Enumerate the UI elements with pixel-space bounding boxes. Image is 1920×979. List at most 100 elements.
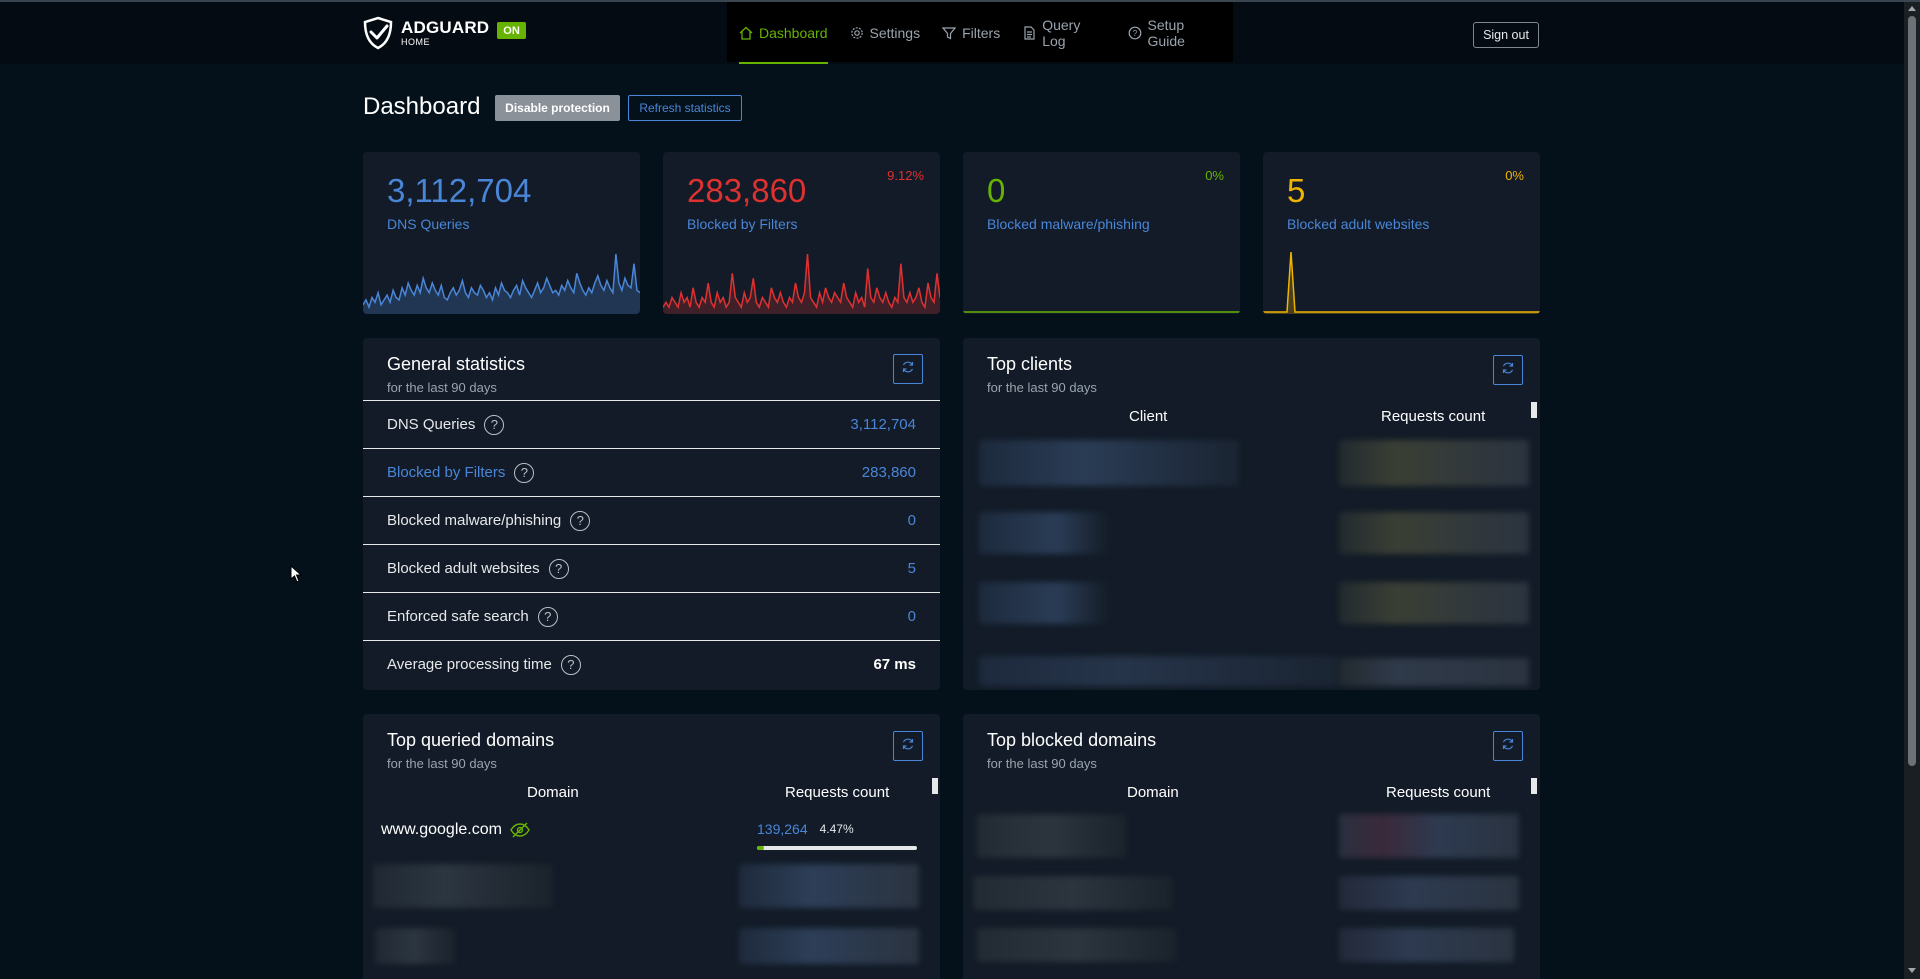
table-scrollbar[interactable] <box>1531 402 1537 418</box>
domain-name[interactable]: www.google.com <box>381 821 502 839</box>
top-blocked-domains-panel: Top blocked domains for the last 90 days… <box>963 714 1540 979</box>
nav-settings-label: Settings <box>869 25 921 41</box>
request-share-bar <box>757 846 917 850</box>
request-count-link[interactable]: 139,264 <box>757 821 808 837</box>
domain-count-redacted <box>739 864 919 908</box>
row-value: 0 <box>907 512 916 529</box>
table-scrollbar[interactable] <box>932 778 938 794</box>
column-header-client[interactable]: Client <box>1129 408 1167 425</box>
refresh-button[interactable] <box>1493 355 1523 385</box>
row-label-link[interactable]: Blocked by Filters? <box>387 462 535 483</box>
nav-query-log-label: Query Log <box>1042 17 1081 49</box>
domain-row-redacted[interactable] <box>373 864 553 908</box>
domain-row-redacted[interactable] <box>973 876 1173 910</box>
sign-out-button[interactable]: Sign out <box>1473 22 1539 48</box>
nav-filters-label: Filters <box>962 25 1001 41</box>
client-count-redacted <box>1339 440 1529 486</box>
nav-filters[interactable]: Filters <box>942 2 1000 64</box>
stat-row-blocked-filters: Blocked by Filters? 283,860 <box>363 448 940 496</box>
row-value: 0 <box>907 608 916 625</box>
nav-setup-guide-label: Setup Guide <box>1147 17 1185 49</box>
refresh-button[interactable] <box>1493 731 1523 761</box>
scroll-thumb[interactable] <box>1908 16 1916 766</box>
logo-title: ADGUARD <box>401 18 490 37</box>
row-label: Average processing time? <box>387 654 581 675</box>
sparkline-line <box>663 253 940 310</box>
stat-card-dns-queries: 3,112,704 DNS Queries <box>363 152 640 314</box>
stat-row-dns-queries: DNS Queries? 3,112,704 <box>363 400 940 448</box>
dns-queries-sparkline <box>363 253 640 314</box>
disable-protection-button[interactable]: Disable protection <box>495 95 620 121</box>
main-nav: Dashboard Settings Filters Query Log ? S… <box>727 2 1233 64</box>
panel-title: Top clients <box>987 354 1073 374</box>
stat-row-blocked-adult: Blocked adult websites? 5 <box>363 544 940 592</box>
column-header-domain[interactable]: Domain <box>1127 784 1179 801</box>
domain-row-redacted[interactable] <box>977 928 1177 962</box>
adguard-logo[interactable]: ADGUARD HOME ON <box>363 16 526 50</box>
client-row-redacted[interactable] <box>979 512 1109 554</box>
document-icon <box>1022 26 1036 40</box>
help-icon[interactable]: ? <box>548 558 569 579</box>
table-scrollbar[interactable] <box>1531 778 1537 794</box>
domain-row-redacted[interactable] <box>977 814 1127 858</box>
client-row-redacted[interactable] <box>979 582 1109 624</box>
panel-subtitle: for the last 90 days <box>987 380 1097 395</box>
home-icon <box>739 26 753 40</box>
top-queried-domains-panel: Top queried domains for the last 90 days… <box>363 714 940 979</box>
domain-count-redacted <box>739 928 919 964</box>
panel-title: General statistics <box>387 354 526 374</box>
nav-setup-guide[interactable]: ? Setup Guide <box>1128 2 1223 64</box>
column-header-requests[interactable]: Requests count <box>1381 408 1485 425</box>
refresh-button[interactable] <box>893 354 923 384</box>
domain-row-redacted[interactable] <box>375 928 455 964</box>
column-header-requests[interactable]: Requests count <box>785 784 889 801</box>
scroll-down-arrow-icon[interactable] <box>1908 968 1916 973</box>
stat-row-safe-search: Enforced safe search? 0 <box>363 592 940 640</box>
blocked-adult-sparkline <box>1263 251 1540 314</box>
row-value: 283,860 <box>861 464 916 481</box>
sparkline-area <box>663 254 940 314</box>
nav-dashboard[interactable]: Dashboard <box>739 2 828 64</box>
refresh-icon <box>901 360 915 379</box>
help-icon[interactable]: ? <box>514 462 535 483</box>
panel-subtitle: for the last 90 days <box>987 756 1097 771</box>
nav-query-log[interactable]: Query Log <box>1022 2 1105 64</box>
domain-count: 139,264 4.47% <box>757 821 854 837</box>
row-label: Enforced safe search? <box>387 606 558 627</box>
stat-card-blocked-adult: 5 Blocked adult websites 0% <box>1263 152 1540 314</box>
help-icon[interactable]: ? <box>570 510 591 531</box>
blocked-malware-sparkline <box>963 311 1240 313</box>
domain-row[interactable]: www.google.com <box>381 821 530 839</box>
help-icon[interactable]: ? <box>484 414 505 435</box>
blocked-filters-sparkline <box>663 253 940 314</box>
client-row-redacted[interactable] <box>979 440 1239 486</box>
page-scrollbar[interactable] <box>1904 2 1920 979</box>
column-header-domain[interactable]: Domain <box>527 784 579 801</box>
refresh-button[interactable] <box>893 731 923 761</box>
gear-icon <box>850 26 864 40</box>
client-row-redacted[interactable] <box>979 656 1339 686</box>
column-header-requests[interactable]: Requests count <box>1386 784 1490 801</box>
refresh-statistics-button[interactable]: Refresh statistics <box>628 95 742 121</box>
domain-count-redacted <box>1339 928 1514 962</box>
nav-settings[interactable]: Settings <box>850 2 921 64</box>
client-count-redacted <box>1339 582 1529 624</box>
help-icon[interactable]: ? <box>560 654 581 675</box>
eye-off-icon[interactable] <box>510 822 530 838</box>
stat-row-blocked-malware: Blocked malware/phishing? 0 <box>363 496 940 544</box>
protection-status-badge: ON <box>497 21 526 39</box>
row-value: 5 <box>907 560 916 577</box>
row-value: 3,112,704 <box>850 416 916 433</box>
panel-subtitle: for the last 90 days <box>387 756 497 771</box>
panel-title: Top queried domains <box>387 730 555 750</box>
stat-value: 0 <box>987 172 1006 209</box>
top-header: ADGUARD HOME ON Dashboard Settings Filte… <box>0 2 1904 64</box>
stat-label: Blocked adult websites <box>1287 216 1430 232</box>
request-share-fill <box>757 846 765 850</box>
refresh-icon <box>901 737 915 756</box>
logo-subtitle: HOME <box>401 37 430 47</box>
panel-title: Top blocked domains <box>987 730 1157 750</box>
stat-label: Blocked malware/phishing <box>987 216 1150 232</box>
help-icon[interactable]: ? <box>537 606 558 627</box>
scroll-up-arrow-icon[interactable] <box>1908 6 1916 11</box>
